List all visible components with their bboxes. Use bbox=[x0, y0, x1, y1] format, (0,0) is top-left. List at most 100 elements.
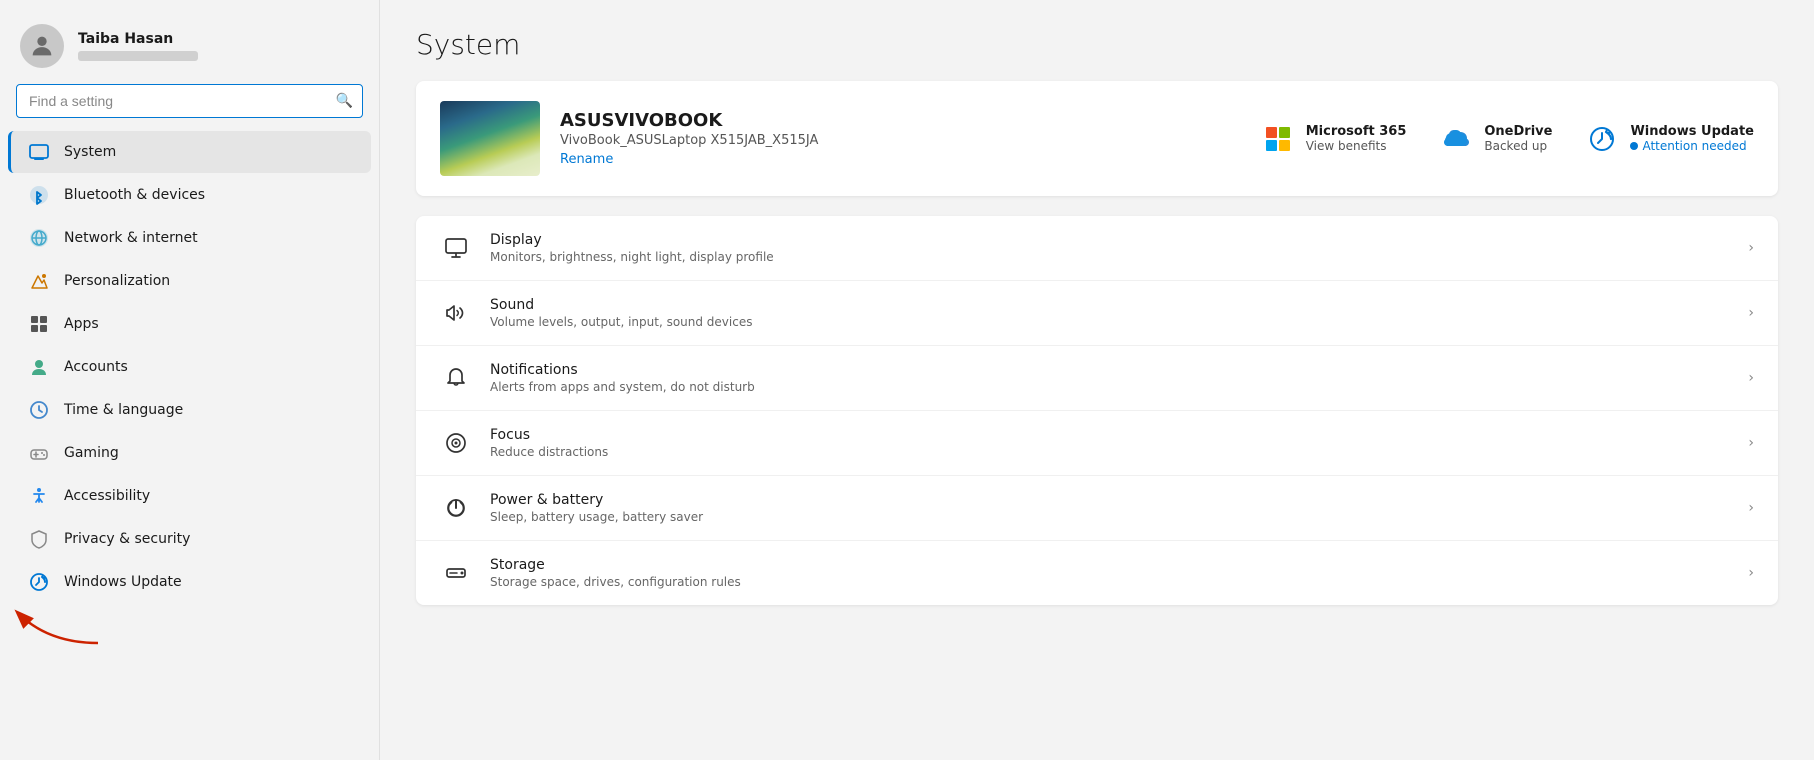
search-box[interactable]: 🔍 bbox=[16, 84, 363, 118]
notifications-chevron: › bbox=[1748, 370, 1754, 386]
sidebar-item-time[interactable]: Time & language bbox=[8, 389, 371, 431]
bluetooth-icon bbox=[28, 184, 50, 206]
microsoft365-text: Microsoft 365 View benefits bbox=[1306, 124, 1407, 153]
page-title: System bbox=[416, 28, 1778, 61]
sidebar-item-bluetooth[interactable]: Bluetooth & devices bbox=[8, 174, 371, 216]
power-text: Power & battery Sleep, battery usage, ba… bbox=[490, 492, 1730, 524]
focus-icon bbox=[440, 427, 472, 459]
notifications-text: Notifications Alerts from apps and syste… bbox=[490, 362, 1730, 394]
navigation: System Bluetooth & devices Network & bbox=[0, 130, 379, 604]
focus-sub: Reduce distractions bbox=[490, 445, 1730, 459]
sidebar-item-windows-update[interactable]: Windows Update bbox=[8, 561, 371, 603]
device-card: ASUSVIVOBOOK VivoBook_ASUSLaptop X515JAB… bbox=[416, 81, 1778, 196]
sidebar-item-personalization[interactable]: Personalization bbox=[8, 260, 371, 302]
settings-list: Display Monitors, brightness, night ligh… bbox=[416, 216, 1778, 605]
windows-update-action-sub: Attention needed bbox=[1630, 139, 1754, 153]
display-chevron: › bbox=[1748, 240, 1754, 256]
power-icon bbox=[440, 492, 472, 524]
user-icon bbox=[28, 32, 56, 60]
onedrive-sub: Backed up bbox=[1484, 139, 1552, 153]
microsoft365-action[interactable]: Microsoft 365 View benefits bbox=[1260, 121, 1407, 157]
microsoft365-title: Microsoft 365 bbox=[1306, 124, 1407, 139]
display-text: Display Monitors, brightness, night ligh… bbox=[490, 232, 1730, 264]
onedrive-action[interactable]: OneDrive Backed up bbox=[1438, 121, 1552, 157]
sidebar-item-accounts[interactable]: Accounts bbox=[8, 346, 371, 388]
apps-icon bbox=[28, 313, 50, 335]
sidebar-label-windows-update: Windows Update bbox=[64, 574, 182, 590]
storage-sub: Storage space, drives, configuration rul… bbox=[490, 575, 1730, 589]
power-title: Power & battery bbox=[490, 492, 1730, 508]
sidebar-item-privacy[interactable]: Privacy & security bbox=[8, 518, 371, 560]
sidebar-item-accessibility[interactable]: Accessibility bbox=[8, 475, 371, 517]
windows-update-action-title: Windows Update bbox=[1630, 124, 1754, 139]
device-model: VivoBook_ASUSLaptop X515JAB_X515JA bbox=[560, 133, 1240, 148]
windows-update-icon bbox=[28, 571, 50, 593]
settings-item-focus[interactable]: Focus Reduce distractions › bbox=[416, 411, 1778, 476]
notifications-icon bbox=[440, 362, 472, 394]
windows-update-action[interactable]: Windows Update Attention needed bbox=[1584, 121, 1754, 157]
user-email bbox=[78, 51, 198, 61]
storage-chevron: › bbox=[1748, 565, 1754, 581]
sidebar-label-gaming: Gaming bbox=[64, 445, 119, 461]
settings-item-notifications[interactable]: Notifications Alerts from apps and syste… bbox=[416, 346, 1778, 411]
device-details: ASUSVIVOBOOK VivoBook_ASUSLaptop X515JAB… bbox=[560, 110, 1240, 167]
avatar bbox=[20, 24, 64, 68]
onedrive-title: OneDrive bbox=[1484, 124, 1552, 139]
time-icon bbox=[28, 399, 50, 421]
personalization-icon bbox=[28, 270, 50, 292]
search-icon: 🔍 bbox=[336, 93, 353, 109]
settings-item-sound[interactable]: Sound Volume levels, output, input, soun… bbox=[416, 281, 1778, 346]
accounts-icon bbox=[28, 356, 50, 378]
onedrive-icon bbox=[1438, 121, 1474, 157]
sidebar-label-personalization: Personalization bbox=[64, 273, 170, 289]
power-sub: Sleep, battery usage, battery saver bbox=[490, 510, 1730, 524]
sidebar-item-gaming[interactable]: Gaming bbox=[8, 432, 371, 474]
sidebar-label-time: Time & language bbox=[64, 402, 183, 418]
display-title: Display bbox=[490, 232, 1730, 248]
sidebar-item-network[interactable]: Network & internet bbox=[8, 217, 371, 259]
red-arrow-indicator bbox=[0, 588, 118, 648]
sidebar-label-privacy: Privacy & security bbox=[64, 531, 190, 547]
device-actions: Microsoft 365 View benefits OneDrive Bac… bbox=[1260, 121, 1754, 157]
main-content: System ASUSVIVOBOOK VivoBook_ASUSLaptop … bbox=[380, 0, 1814, 760]
windows-update-action-icon bbox=[1584, 121, 1620, 157]
sidebar-label-bluetooth: Bluetooth & devices bbox=[64, 187, 205, 203]
sidebar-label-network: Network & internet bbox=[64, 230, 198, 246]
user-info: Taiba Hasan bbox=[78, 31, 198, 61]
sound-icon bbox=[440, 297, 472, 329]
gaming-icon bbox=[28, 442, 50, 464]
sidebar-label-system: System bbox=[64, 144, 116, 160]
display-sub: Monitors, brightness, night light, displ… bbox=[490, 250, 1730, 264]
settings-item-storage[interactable]: Storage Storage space, drives, configura… bbox=[416, 541, 1778, 605]
user-section: Taiba Hasan bbox=[0, 16, 379, 84]
sidebar-item-apps[interactable]: Apps bbox=[8, 303, 371, 345]
update-dot bbox=[1630, 142, 1638, 150]
search-input[interactable] bbox=[16, 84, 363, 118]
network-icon bbox=[28, 227, 50, 249]
sidebar-label-accessibility: Accessibility bbox=[64, 488, 150, 504]
user-name: Taiba Hasan bbox=[78, 31, 198, 47]
accessibility-icon bbox=[28, 485, 50, 507]
device-image bbox=[440, 101, 540, 176]
power-chevron: › bbox=[1748, 500, 1754, 516]
sidebar-label-accounts: Accounts bbox=[64, 359, 128, 375]
settings-item-power[interactable]: Power & battery Sleep, battery usage, ba… bbox=[416, 476, 1778, 541]
storage-text: Storage Storage space, drives, configura… bbox=[490, 557, 1730, 589]
privacy-icon bbox=[28, 528, 50, 550]
notifications-title: Notifications bbox=[490, 362, 1730, 378]
microsoft365-icon bbox=[1260, 121, 1296, 157]
sidebar-label-apps: Apps bbox=[64, 316, 99, 332]
sidebar-item-system[interactable]: System bbox=[8, 131, 371, 173]
sound-sub: Volume levels, output, input, sound devi… bbox=[490, 315, 1730, 329]
microsoft365-sub: View benefits bbox=[1306, 139, 1407, 153]
notifications-sub: Alerts from apps and system, do not dist… bbox=[490, 380, 1730, 394]
focus-text: Focus Reduce distractions bbox=[490, 427, 1730, 459]
device-name: ASUSVIVOBOOK bbox=[560, 110, 1240, 131]
sound-chevron: › bbox=[1748, 305, 1754, 321]
storage-icon bbox=[440, 557, 472, 589]
windows-update-action-text: Windows Update Attention needed bbox=[1630, 124, 1754, 153]
settings-item-display[interactable]: Display Monitors, brightness, night ligh… bbox=[416, 216, 1778, 281]
system-icon bbox=[28, 141, 50, 163]
rename-link[interactable]: Rename bbox=[560, 152, 613, 167]
focus-chevron: › bbox=[1748, 435, 1754, 451]
